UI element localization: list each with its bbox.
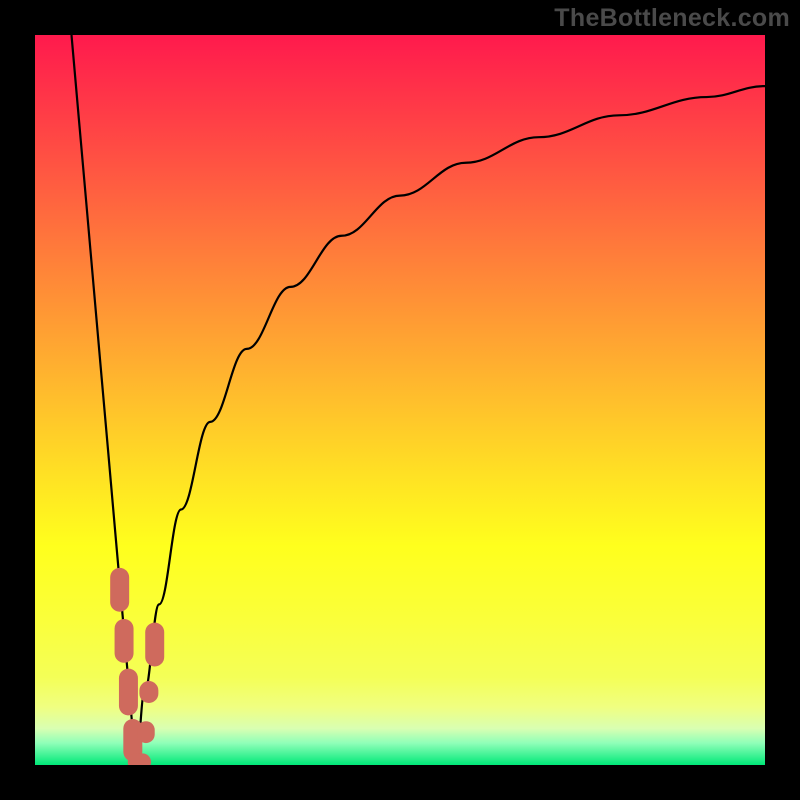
- watermark-text: TheBottleneck.com: [554, 4, 790, 33]
- chart-frame: TheBottleneck.com: [0, 0, 800, 800]
- data-point: [139, 681, 158, 703]
- plot-area: [35, 35, 765, 765]
- data-point: [119, 669, 138, 716]
- curve-layer: [35, 35, 765, 765]
- data-point: [145, 623, 164, 667]
- data-point-markers: [110, 568, 164, 765]
- bottleneck-curve-right: [136, 86, 765, 765]
- data-point: [137, 721, 155, 743]
- data-point: [110, 568, 129, 612]
- data-point: [115, 619, 134, 663]
